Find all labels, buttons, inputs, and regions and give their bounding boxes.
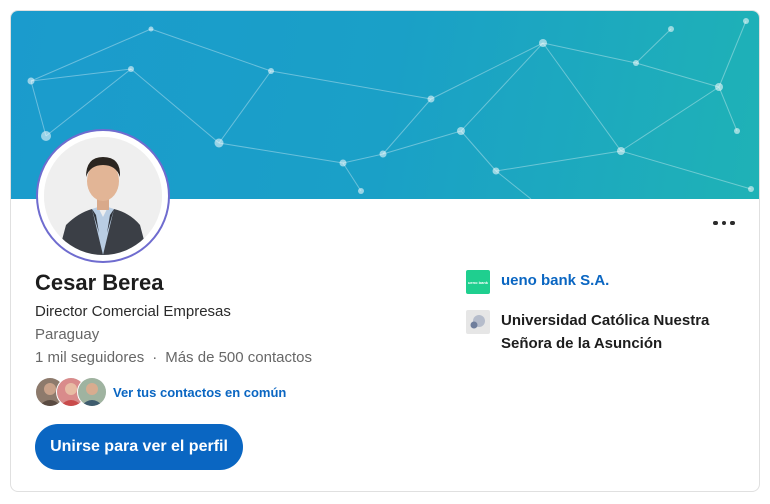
avatar[interactable]: [36, 129, 170, 263]
mutual-avatars: [35, 377, 107, 407]
more-options-button[interactable]: [701, 209, 747, 237]
ueno-bank-logo: ueno bank: [466, 270, 490, 294]
mutual-connections[interactable]: Ver tus contactos en común: [35, 377, 286, 407]
school-logo: [466, 310, 490, 334]
profile-headline: Director Comercial Empresas: [35, 303, 231, 320]
connections-count: Más de 500 contactos: [165, 349, 312, 366]
current-company[interactable]: ueno bank ueno bank S.A.: [466, 269, 609, 294]
company-name[interactable]: ueno bank S.A.: [501, 269, 609, 292]
ueno-logo-text: ueno bank: [467, 279, 488, 285]
more-horizontal-icon: [711, 220, 737, 226]
join-to-view-profile-button[interactable]: Unirse para ver el perfil: [35, 424, 243, 470]
followers-count: 1 mil seguidores: [35, 349, 145, 366]
education-school[interactable]: Universidad Católica Nuestra Señora de l…: [466, 309, 731, 355]
mutual-avatar: [77, 377, 107, 407]
school-name[interactable]: Universidad Católica Nuestra Señora de l…: [501, 309, 731, 355]
profile-location: Paraguay: [35, 326, 100, 343]
profile-card: Cesar Berea Director Comercial Empresas …: [10, 10, 760, 492]
view-mutual-connections-link[interactable]: Ver tus contactos en común: [113, 385, 286, 400]
profile-photo: [44, 137, 162, 255]
stats-separator: ·: [152, 349, 158, 366]
profile-name: Cesar Berea: [35, 270, 164, 295]
profile-stats: 1 mil seguidores · Más de 500 contactos: [35, 349, 312, 366]
